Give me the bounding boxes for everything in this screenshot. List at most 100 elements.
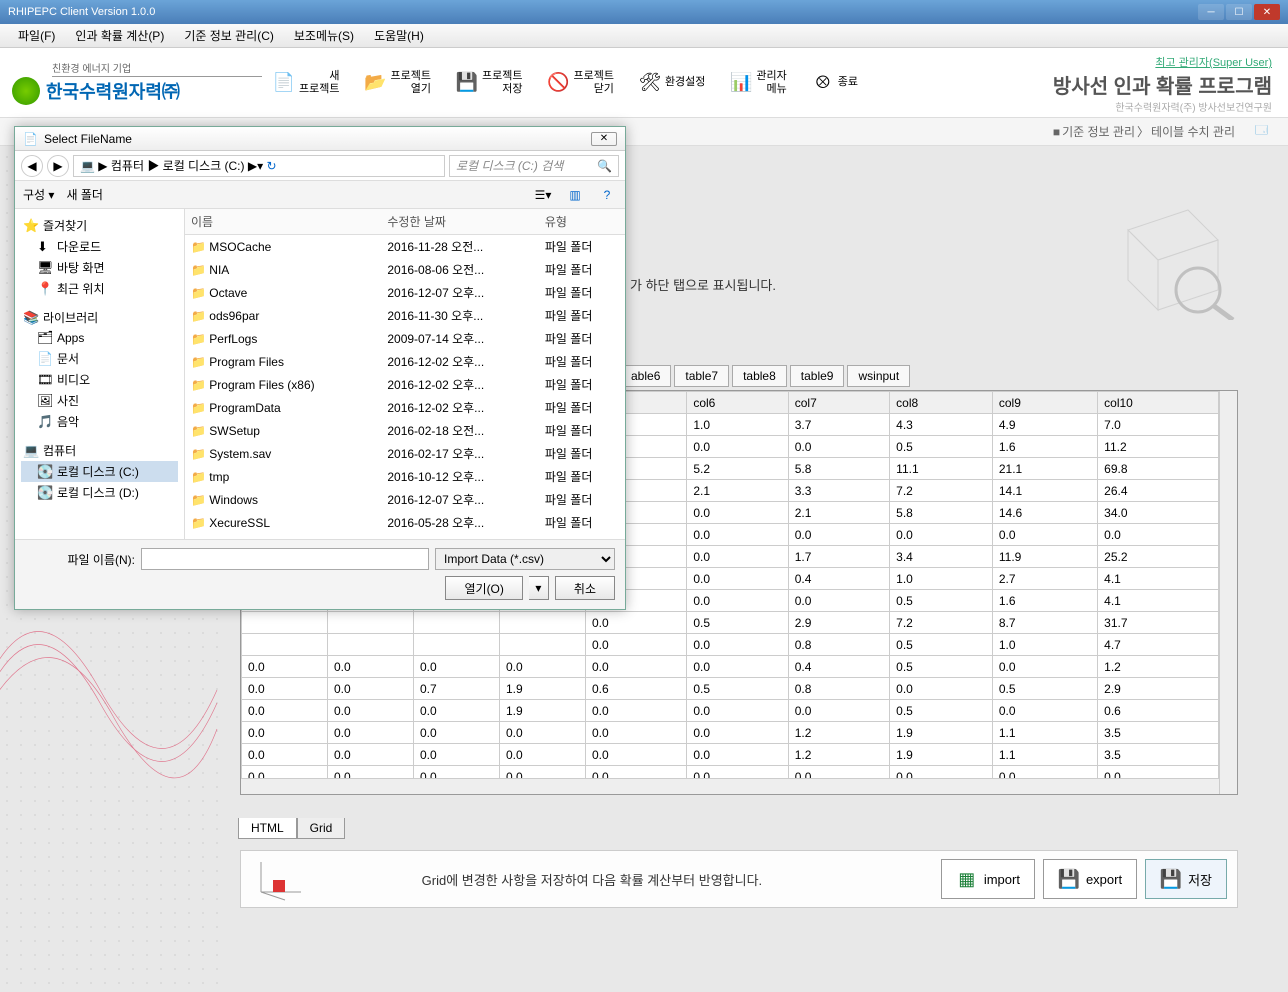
- grid-cell[interactable]: 0.0: [413, 700, 499, 722]
- grid-cell[interactable]: 0.4: [788, 568, 889, 590]
- file-row[interactable]: 📁 MSOCache2016-11-28 오전...파일 폴더: [185, 235, 625, 259]
- grid-cell[interactable]: 0.0: [687, 436, 788, 458]
- tree-docs[interactable]: 📄문서: [21, 348, 178, 369]
- grid-cell[interactable]: 1.6: [992, 436, 1097, 458]
- view-tab-grid[interactable]: Grid: [297, 818, 346, 839]
- grid-cell[interactable]: 0.0: [1098, 524, 1219, 546]
- grid-cell[interactable]: 1.6: [992, 590, 1097, 612]
- grid-cell[interactable]: 31.7: [1098, 612, 1219, 634]
- toolbar-close-project[interactable]: 🚫프로젝트 닫기: [536, 68, 623, 96]
- file-row[interactable]: 📁 Program Files (x86)2016-12-02 오후...파일 …: [185, 373, 625, 396]
- superuser-link[interactable]: 최고 관리자(Super User): [1155, 57, 1272, 69]
- grid-cell[interactable]: 0.0: [327, 766, 413, 779]
- toolbar-open-project[interactable]: 📂프로젝트 열기: [353, 68, 440, 96]
- grid-cell[interactable]: 0.0: [585, 766, 686, 779]
- toolbar-new-project[interactable]: 📄새 프로젝트: [262, 68, 349, 96]
- grid-cell[interactable]: 0.0: [687, 700, 788, 722]
- menu-calc[interactable]: 인과 확률 계산(P): [65, 27, 174, 44]
- grid-cell[interactable]: 4.7: [1098, 634, 1219, 656]
- grid-cell[interactable]: 0.0: [327, 700, 413, 722]
- grid-cell[interactable]: 3.3: [788, 480, 889, 502]
- tree-downloads[interactable]: ⬇다운로드: [21, 236, 178, 257]
- grid-cell[interactable]: 0.0: [242, 656, 328, 678]
- grid-cell[interactable]: 0.0: [788, 436, 889, 458]
- grid-cell[interactable]: 1.2: [788, 722, 889, 744]
- dialog-search-box[interactable]: 로컬 디스크 (C:) 검색 🔍: [449, 155, 619, 177]
- help-button[interactable]: ?: [597, 185, 617, 205]
- grid-cell[interactable]: 0.0: [327, 722, 413, 744]
- grid-cell[interactable]: 4.1: [1098, 568, 1219, 590]
- menu-file[interactable]: 파일(F): [8, 27, 65, 44]
- grid-cell[interactable]: 0.0: [499, 766, 585, 779]
- grid-cell[interactable]: 0.0: [992, 766, 1097, 779]
- breadcrumb-window-icon[interactable]: 🗔: [1255, 121, 1268, 142]
- grid-cell[interactable]: 0.5: [890, 656, 993, 678]
- file-row[interactable]: 📁 사용자2016-02-17 오후...파일 폴더: [185, 534, 625, 539]
- breadcrumb-1[interactable]: 기준 정보 관리: [1062, 123, 1135, 140]
- grid-cell[interactable]: 0.7: [413, 678, 499, 700]
- tree-music[interactable]: 🎵음악: [21, 411, 178, 432]
- grid-cell[interactable]: 2.9: [1098, 678, 1219, 700]
- import-button[interactable]: ▦import: [941, 859, 1035, 899]
- grid-vertical-scrollbar[interactable]: [1219, 391, 1237, 794]
- grid-cell[interactable]: 0.8: [788, 678, 889, 700]
- grid-cell[interactable]: 0.0: [242, 700, 328, 722]
- grid-cell[interactable]: 0.0: [890, 678, 993, 700]
- grid-header[interactable]: col6: [687, 392, 788, 414]
- maximize-button[interactable]: ☐: [1226, 4, 1252, 20]
- tree-desktop[interactable]: 🖥바탕 화면: [21, 257, 178, 278]
- menu-submenu[interactable]: 보조메뉴(S): [284, 27, 364, 44]
- file-row[interactable]: 📁 ProgramData2016-12-02 오후...파일 폴더: [185, 396, 625, 419]
- grid-cell[interactable]: 0.0: [788, 700, 889, 722]
- dialog-file-list[interactable]: 이름수정한 날짜유형📁 MSOCache2016-11-28 오전...파일 폴…: [185, 209, 625, 539]
- grid-cell[interactable]: 0.6: [1098, 700, 1219, 722]
- grid-cell[interactable]: 0.0: [499, 744, 585, 766]
- grid-cell[interactable]: 0.0: [242, 722, 328, 744]
- col-type[interactable]: 유형: [539, 209, 625, 235]
- grid-cell[interactable]: 11.1: [890, 458, 993, 480]
- grid-cell[interactable]: 1.7: [788, 546, 889, 568]
- menu-baseinfo[interactable]: 기준 정보 관리(C): [174, 27, 284, 44]
- file-row[interactable]: 📁 XecureSSL2016-05-28 오후...파일 폴더: [185, 511, 625, 534]
- file-row[interactable]: 📁 Program Files2016-12-02 오후...파일 폴더: [185, 350, 625, 373]
- grid-cell[interactable]: 1.9: [499, 700, 585, 722]
- tree-pictures[interactable]: 🖼사진: [21, 390, 178, 411]
- grid-cell[interactable]: 3.5: [1098, 744, 1219, 766]
- grid-cell[interactable]: 0.0: [585, 744, 686, 766]
- file-row[interactable]: 📁 tmp2016-10-12 오후...파일 폴더: [185, 465, 625, 488]
- grid-cell[interactable]: 0.0: [992, 524, 1097, 546]
- view-options-button[interactable]: ☰▾: [533, 185, 553, 205]
- grid-cell[interactable]: 1.9: [499, 678, 585, 700]
- grid-cell[interactable]: 4.9: [992, 414, 1097, 436]
- grid-cell[interactable]: 0.5: [890, 590, 993, 612]
- minimize-button[interactable]: ─: [1198, 4, 1224, 20]
- grid-cell[interactable]: 5.2: [687, 458, 788, 480]
- refresh-icon[interactable]: ↻: [266, 159, 276, 173]
- grid-cell[interactable]: 0.0: [992, 700, 1097, 722]
- grid-cell[interactable]: 0.0: [585, 612, 686, 634]
- file-row[interactable]: 📁 System.sav2016-02-17 오후...파일 폴더: [185, 442, 625, 465]
- grid-cell[interactable]: 0.0: [585, 634, 686, 656]
- grid-cell[interactable]: 1.1: [992, 722, 1097, 744]
- grid-cell[interactable]: 0.0: [890, 524, 993, 546]
- grid-cell[interactable]: 7.2: [890, 480, 993, 502]
- grid-cell[interactable]: 7.0: [1098, 414, 1219, 436]
- grid-cell[interactable]: 0.0: [992, 656, 1097, 678]
- dialog-titlebar[interactable]: 📄 Select FileName ✕: [15, 127, 625, 151]
- grid-cell[interactable]: 1.2: [1098, 656, 1219, 678]
- tree-recent[interactable]: 📍최근 위치: [21, 278, 178, 299]
- grid-cell[interactable]: 0.0: [687, 502, 788, 524]
- tab-table9[interactable]: table9: [790, 365, 845, 387]
- grid-cell[interactable]: 69.8: [1098, 458, 1219, 480]
- export-button[interactable]: 💾export: [1043, 859, 1137, 899]
- grid-cell[interactable]: 11.2: [1098, 436, 1219, 458]
- grid-cell[interactable]: 0.0: [687, 766, 788, 779]
- grid-cell[interactable]: 0.0: [687, 590, 788, 612]
- grid-cell[interactable]: 0.0: [327, 656, 413, 678]
- grid-cell[interactable]: 0.0: [242, 678, 328, 700]
- grid-horizontal-scrollbar[interactable]: [241, 778, 1219, 794]
- grid-cell[interactable]: 2.1: [687, 480, 788, 502]
- grid-cell[interactable]: 1.0: [992, 634, 1097, 656]
- grid-cell[interactable]: 5.8: [788, 458, 889, 480]
- file-row[interactable]: 📁 NIA2016-08-06 오전...파일 폴더: [185, 258, 625, 281]
